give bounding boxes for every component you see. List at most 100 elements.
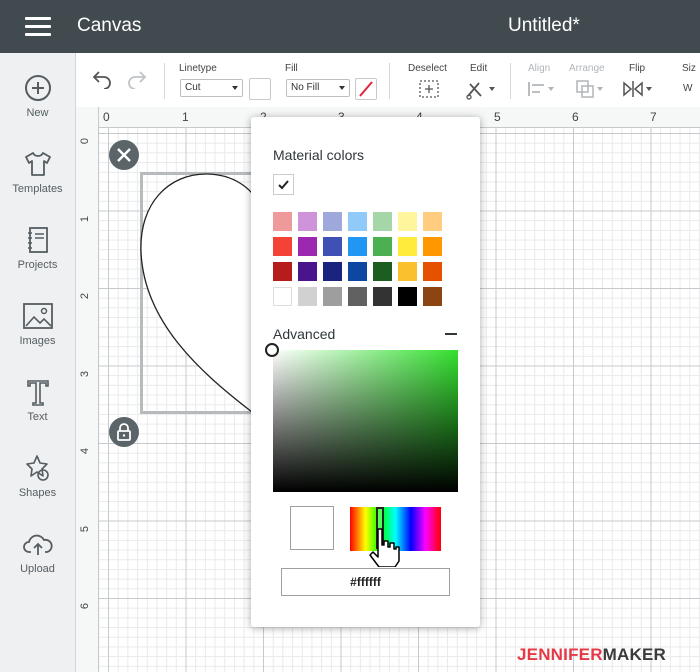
align-icon[interactable] xyxy=(526,80,556,98)
hamburger-menu-icon[interactable] xyxy=(25,17,51,37)
color-swatch[interactable] xyxy=(373,262,392,281)
hand-pointer-cursor-icon xyxy=(369,528,400,567)
linetype-select[interactable]: Cut xyxy=(180,79,243,97)
color-swatch[interactable] xyxy=(348,287,367,306)
align-label: Align xyxy=(528,63,551,74)
lock-proportions-button[interactable] xyxy=(109,417,139,447)
ruler-mark: 1 xyxy=(182,110,189,124)
color-swatch[interactable] xyxy=(423,237,442,256)
chevron-down-icon xyxy=(339,86,345,90)
color-swatch[interactable] xyxy=(298,287,317,306)
ruler-mark: 6 xyxy=(572,110,579,124)
deselect-icon[interactable] xyxy=(418,79,440,99)
toolbar-divider xyxy=(164,63,165,99)
ruler-mark: 5 xyxy=(79,525,92,533)
ruler-mark: 0 xyxy=(103,110,110,124)
hex-color-input[interactable]: #ffffff xyxy=(281,568,450,596)
text-t-icon xyxy=(26,380,49,406)
saturation-value-picker[interactable] xyxy=(273,350,458,492)
collapse-minus-icon[interactable] xyxy=(445,333,457,335)
flip-icon[interactable] xyxy=(622,79,654,99)
color-swatch[interactable] xyxy=(323,262,342,281)
top-bar: Canvas Untitled* xyxy=(0,0,700,53)
color-swatch[interactable] xyxy=(273,262,292,281)
toolbar-divider xyxy=(510,63,511,99)
color-swatch[interactable] xyxy=(398,287,417,306)
fill-label: Fill xyxy=(285,63,298,74)
color-swatch[interactable] xyxy=(273,237,292,256)
tshirt-icon xyxy=(24,152,51,176)
checkmark-icon xyxy=(278,180,289,190)
color-swatch[interactable] xyxy=(298,212,317,231)
jennifermaker-watermark: JENNIFERMAKER xyxy=(517,645,666,665)
delete-shape-button[interactable] xyxy=(109,140,139,170)
sidebar-item-projects[interactable]: Projects xyxy=(0,225,75,295)
arrange-icon[interactable] xyxy=(575,79,605,99)
size-width-label: W xyxy=(683,83,693,94)
color-picker-popup: Material colors Advanced #ffffff xyxy=(251,117,480,627)
color-swatch[interactable] xyxy=(348,237,367,256)
sidebar-item-text[interactable]: Text xyxy=(0,377,75,447)
color-swatch[interactable] xyxy=(273,212,292,231)
deselect-label: Deselect xyxy=(408,63,447,74)
sidebar-item-label: Text xyxy=(27,411,48,423)
app-title: Canvas xyxy=(77,15,142,36)
color-swatch[interactable] xyxy=(348,212,367,231)
color-swatch[interactable] xyxy=(323,237,342,256)
color-swatch[interactable] xyxy=(348,262,367,281)
lock-icon xyxy=(117,423,131,441)
color-swatch[interactable] xyxy=(423,287,442,306)
fill-select[interactable]: No Fill xyxy=(286,79,350,97)
ruler-mark: 6 xyxy=(79,602,92,610)
left-sidebar: New Templates Projects Images Text Shape… xyxy=(0,53,76,672)
edit-tools-icon[interactable] xyxy=(465,78,497,100)
notebook-icon xyxy=(27,227,48,253)
color-swatch[interactable] xyxy=(398,237,417,256)
flip-label: Flip xyxy=(629,63,646,74)
sidebar-item-images[interactable]: Images xyxy=(0,301,75,371)
toolbar-divider xyxy=(389,63,390,99)
image-icon xyxy=(22,303,53,329)
material-colors-heading: Material colors xyxy=(273,147,365,163)
color-swatch[interactable] xyxy=(373,212,392,231)
watermark-part1: JENNIFER xyxy=(517,645,603,664)
size-label: Siz xyxy=(682,63,696,74)
edit-label: Edit xyxy=(470,63,488,74)
plus-circle-icon xyxy=(24,75,51,101)
color-swatch[interactable] xyxy=(373,287,392,306)
sidebar-item-shapes[interactable]: Shapes xyxy=(0,453,75,523)
linetype-color-swatch[interactable] xyxy=(249,78,271,100)
color-swatch[interactable] xyxy=(398,262,417,281)
watermark-part2: MAKER xyxy=(602,645,667,664)
document-title[interactable]: Untitled* xyxy=(508,15,580,37)
sidebar-item-templates[interactable]: Templates xyxy=(0,149,75,219)
swatch-none-selected[interactable] xyxy=(273,174,294,195)
sidebar-item-new[interactable]: New xyxy=(0,73,75,143)
color-swatch[interactable] xyxy=(323,212,342,231)
color-swatch[interactable] xyxy=(373,237,392,256)
ruler-mark: 0 xyxy=(79,137,92,145)
color-swatch[interactable] xyxy=(423,212,442,231)
color-swatch[interactable] xyxy=(298,262,317,281)
undo-icon[interactable] xyxy=(91,69,113,89)
color-swatch[interactable] xyxy=(298,237,317,256)
cloud-upload-icon xyxy=(22,534,53,555)
color-swatch[interactable] xyxy=(423,262,442,281)
color-swatch[interactable] xyxy=(323,287,342,306)
redo-icon[interactable] xyxy=(126,69,148,89)
ruler-mark: 4 xyxy=(79,447,92,455)
picker-handle[interactable] xyxy=(265,343,279,357)
sidebar-item-label: Upload xyxy=(20,563,55,575)
sidebar-item-upload[interactable]: Upload xyxy=(0,529,75,599)
fill-color-swatch[interactable] xyxy=(355,78,377,100)
ruler-mark: 7 xyxy=(650,110,657,124)
chevron-down-icon xyxy=(232,86,238,90)
close-icon xyxy=(117,148,131,162)
arrange-label: Arrange xyxy=(569,63,605,74)
color-swatch[interactable] xyxy=(273,287,292,306)
edit-toolbar: Linetype Cut Fill No Fill Deselect Edit … xyxy=(76,53,700,108)
sidebar-item-label: Templates xyxy=(12,183,63,195)
color-preview-swatch xyxy=(290,506,334,550)
color-swatch[interactable] xyxy=(398,212,417,231)
sidebar-item-label: Images xyxy=(19,335,56,347)
